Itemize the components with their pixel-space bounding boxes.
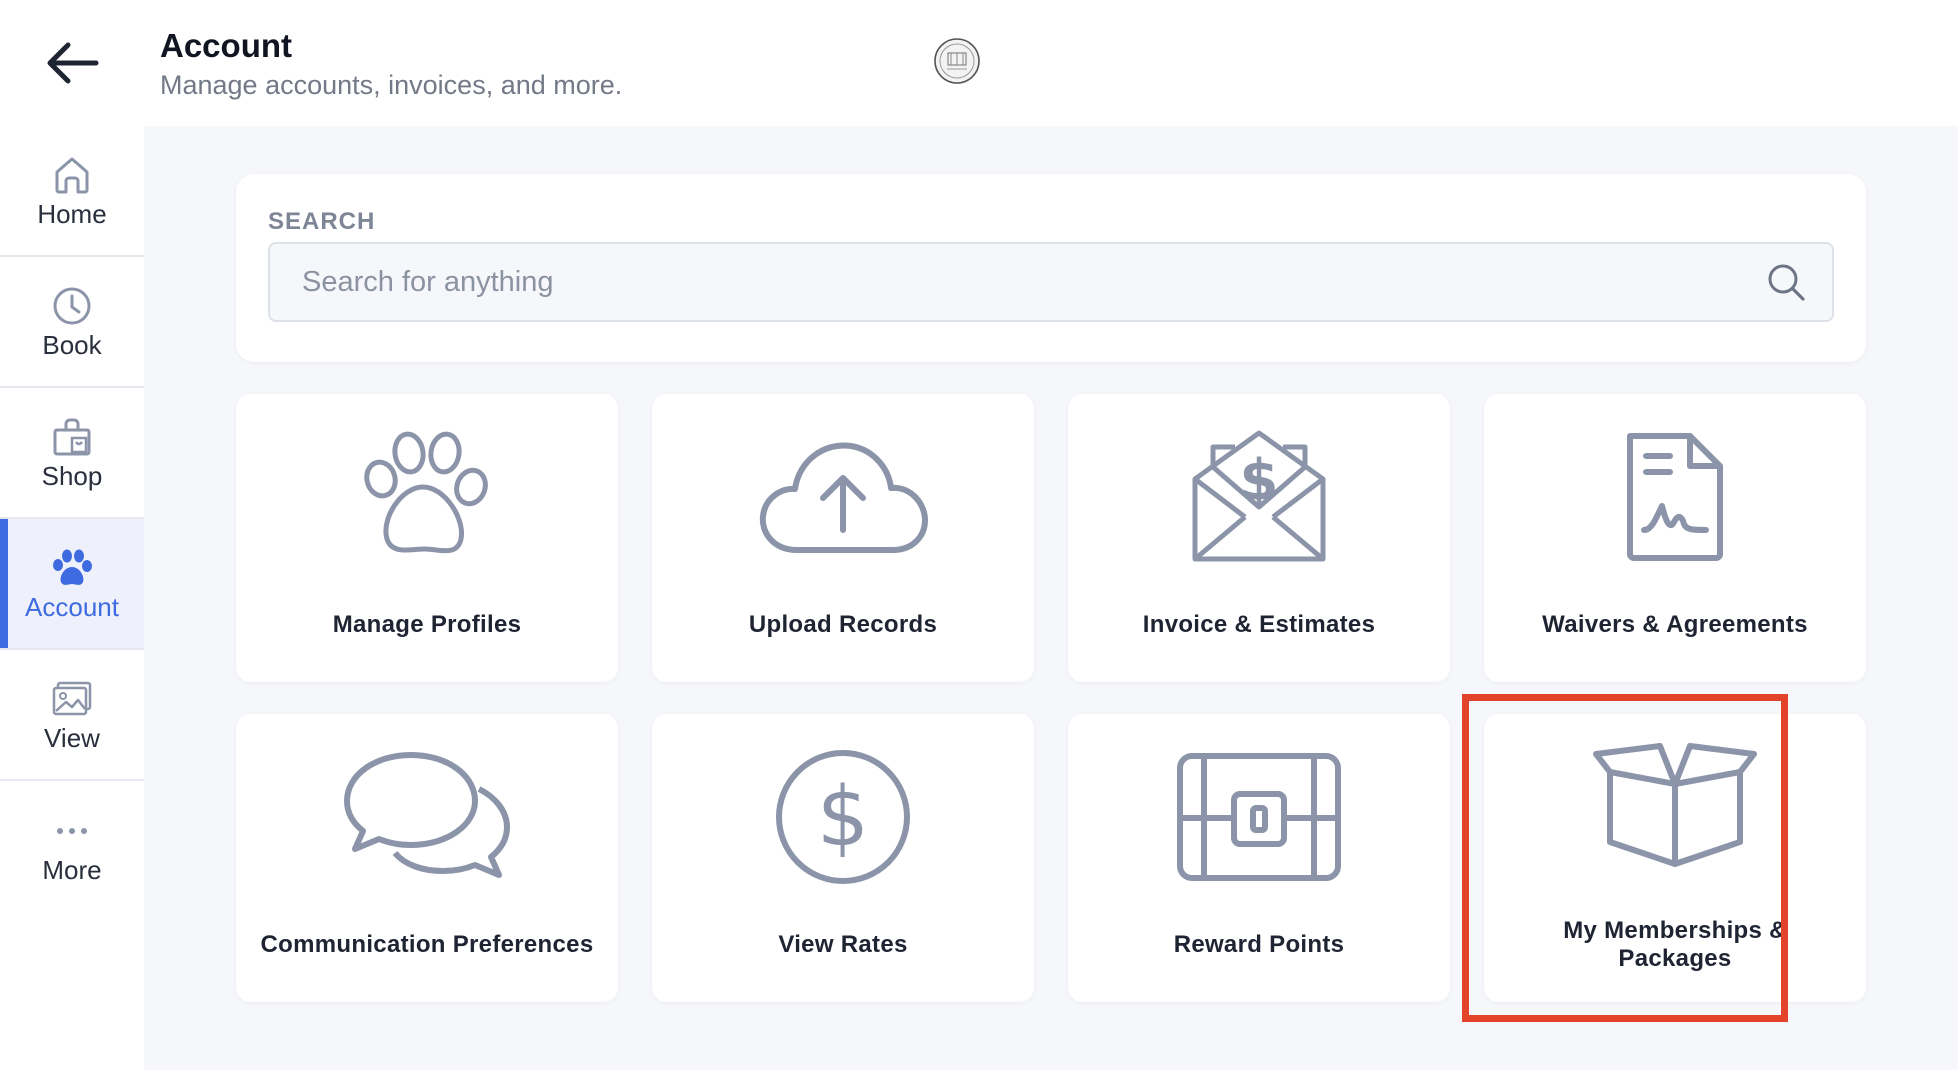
- search-card: SEARCH: [236, 174, 1866, 362]
- envelope-dollar-icon: $: [1068, 422, 1450, 572]
- search-label: SEARCH: [268, 208, 376, 235]
- brand-seal-logo: [934, 38, 980, 84]
- search-input[interactable]: [270, 244, 1730, 320]
- tile-label: View Rates: [778, 931, 908, 958]
- search-icon[interactable]: [1766, 262, 1806, 302]
- search-box: [268, 242, 1834, 322]
- sidebar-item-shop[interactable]: Shop: [0, 388, 144, 519]
- sidebar-item-more[interactable]: More: [0, 781, 144, 912]
- sidebar-item-label: View: [44, 722, 100, 753]
- title-block: Account Manage accounts, invoices, and m…: [160, 26, 622, 102]
- sidebar-item-home[interactable]: Home: [0, 126, 144, 257]
- image-icon: [50, 677, 94, 721]
- tile-label: Communication Preferences: [260, 931, 594, 958]
- tile-label: Invoice & Estimates: [1142, 611, 1376, 638]
- sidebar-item-label: Book: [42, 329, 102, 360]
- sidebar-item-label: Account: [25, 591, 119, 622]
- tile-view-rates[interactable]: $ View Rates: [652, 714, 1034, 1002]
- app-header: Account Manage accounts, invoices, and m…: [0, 0, 1958, 126]
- tile-waivers-agreements[interactable]: Waivers & Agreements: [1484, 394, 1866, 682]
- tile-manage-profiles[interactable]: Manage Profiles: [236, 394, 618, 682]
- cloud-upload-icon: [652, 422, 1034, 572]
- ellipsis-icon: [50, 809, 94, 853]
- tile-label: Reward Points: [1173, 931, 1345, 958]
- svg-text:$: $: [1240, 448, 1279, 513]
- arrow-left-icon: [47, 42, 99, 84]
- sidebar-item-label: Shop: [41, 460, 103, 491]
- back-button[interactable]: [36, 30, 108, 96]
- main-content: SEARCH Manage Profiles: [144, 126, 1958, 1070]
- tile-my-memberships-packages[interactable]: My Memberships & Packages: [1484, 714, 1866, 1002]
- chat-bubbles-icon: [236, 742, 618, 892]
- tile-upload-records[interactable]: Upload Records: [652, 394, 1034, 682]
- sidebar-item-view[interactable]: View: [0, 650, 144, 781]
- tile-reward-points[interactable]: Reward Points: [1068, 714, 1450, 1002]
- sidebar-item-label: Home: [37, 198, 107, 229]
- page-subtitle: Manage accounts, invoices, and more.: [160, 70, 623, 100]
- sidebar-nav: Home Book Shop Account View More: [0, 126, 144, 1070]
- shopping-bag-icon: [50, 415, 94, 459]
- treasure-chest-icon: [1068, 742, 1450, 892]
- clock-icon: [50, 284, 94, 328]
- sidebar-item-account[interactable]: Account: [0, 519, 144, 650]
- sidebar-item-label: More: [42, 854, 102, 885]
- svg-text:$: $: [817, 770, 869, 865]
- sidebar-item-book[interactable]: Book: [0, 257, 144, 388]
- paw-icon: [236, 422, 618, 572]
- tile-communication-preferences[interactable]: Communication Preferences: [236, 714, 618, 1002]
- tile-invoice-estimates[interactable]: $ Invoice & Estimates: [1068, 394, 1450, 682]
- tile-label: Manage Profiles: [332, 611, 522, 638]
- tile-label: Upload Records: [748, 611, 938, 638]
- tile-label: Waivers & Agreements: [1542, 611, 1808, 638]
- open-box-icon: [1484, 732, 1866, 882]
- page-title: Account: [160, 27, 292, 64]
- tile-label: My Memberships & Packages: [1563, 917, 1787, 972]
- dollar-circle-icon: $: [652, 742, 1034, 892]
- home-icon: [50, 153, 94, 197]
- paw-icon: [50, 546, 94, 590]
- signed-document-icon: [1484, 422, 1866, 572]
